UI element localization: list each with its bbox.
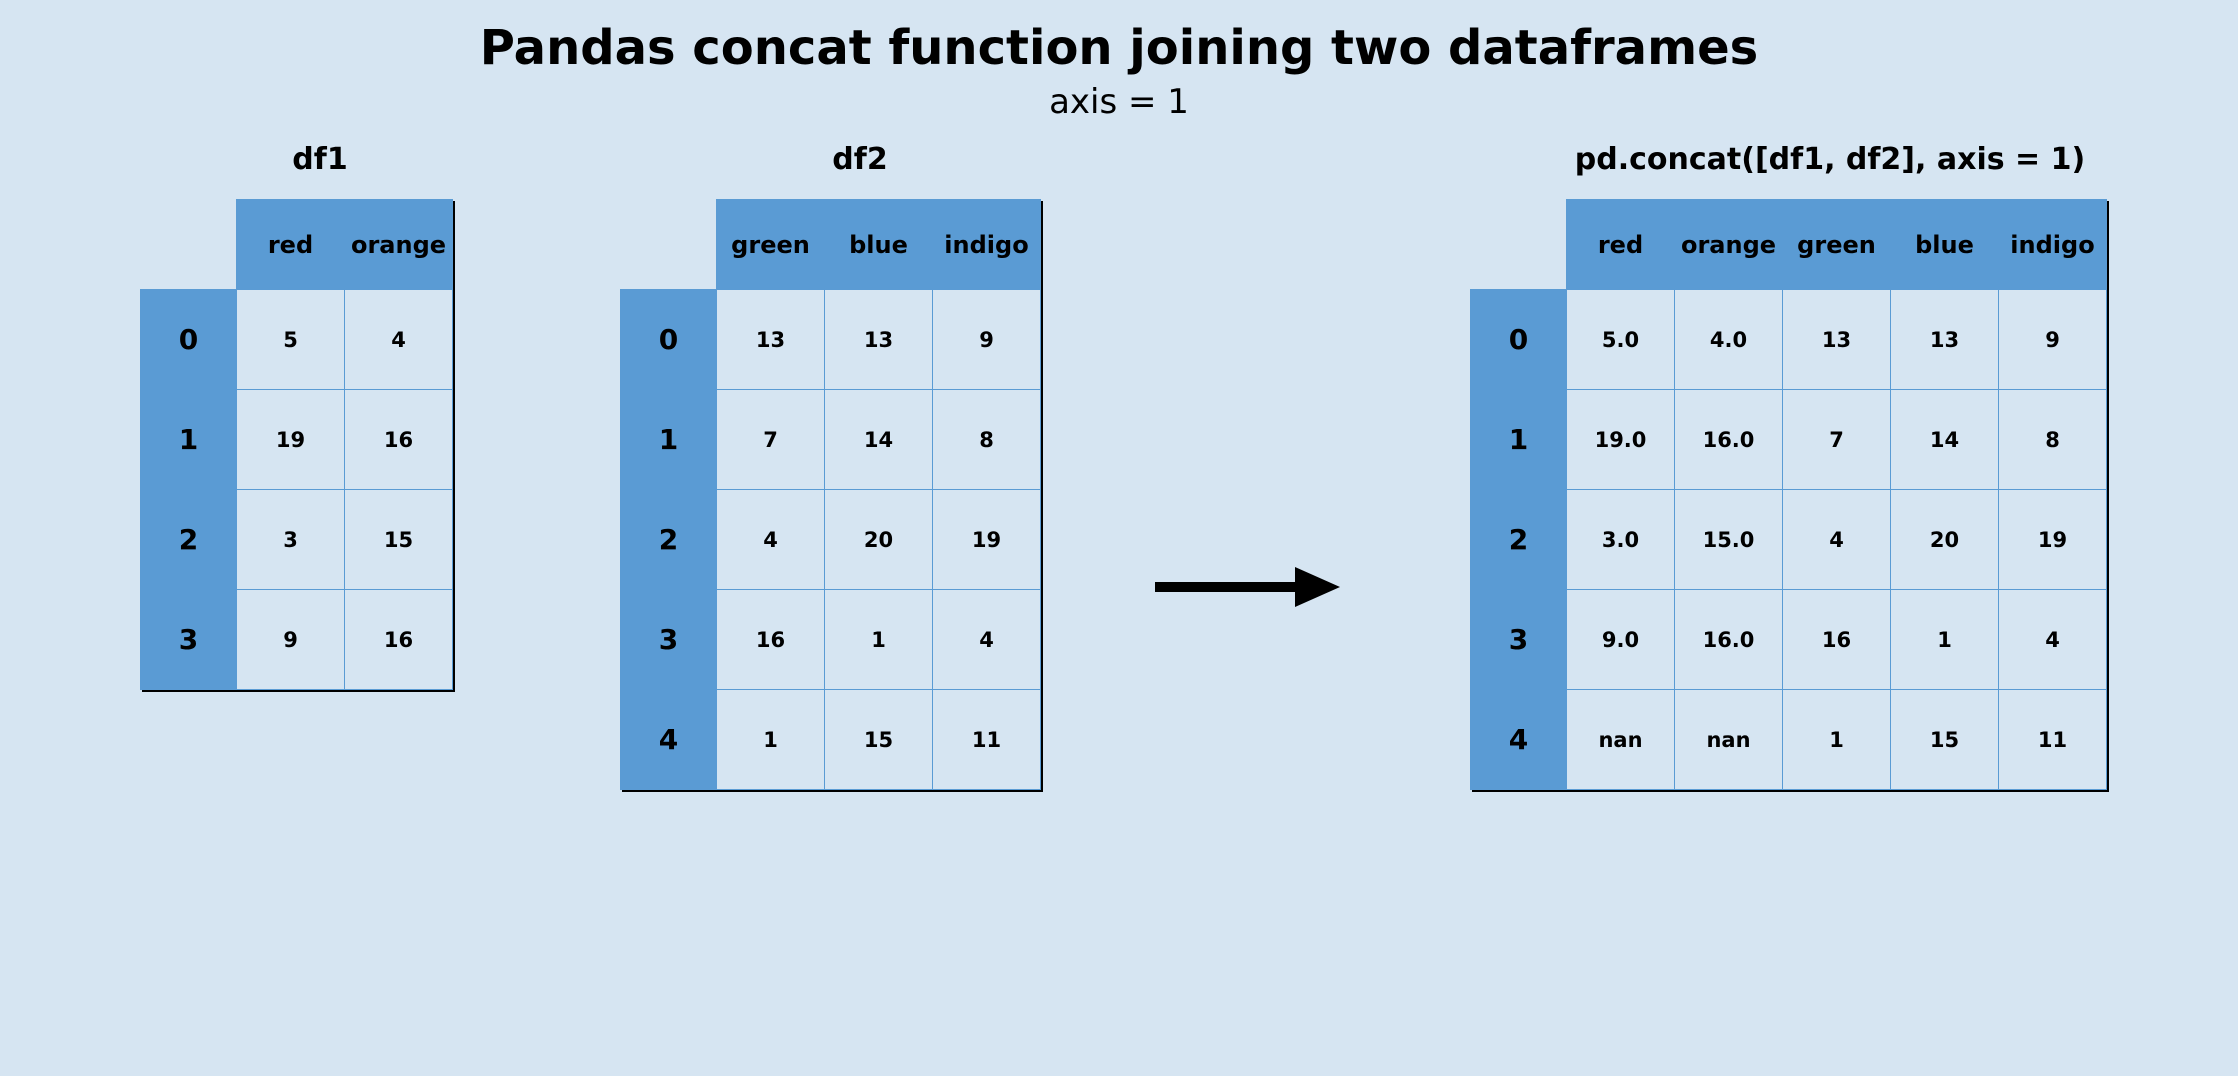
cell: 9 — [933, 290, 1041, 390]
colhead: indigo — [1999, 200, 2107, 290]
cell: 19.0 — [1567, 390, 1675, 490]
cell: 1 — [1783, 690, 1891, 790]
cell: 11 — [933, 690, 1041, 790]
cell: 15.0 — [1675, 490, 1783, 590]
panel-result: pd.concat([df1, df2], axis = 1) red oran… — [1470, 142, 2190, 790]
cell: 15 — [1891, 690, 1999, 790]
cell: 19 — [933, 490, 1041, 590]
colhead: green — [1783, 200, 1891, 290]
cell: 4.0 — [1675, 290, 1783, 390]
table-result: red orange green blue indigo 0 5.0 4.0 1… — [1470, 199, 2107, 790]
cell: 16.0 — [1675, 390, 1783, 490]
rowhead: 2 — [141, 490, 237, 590]
page-title: Pandas concat function joining two dataf… — [0, 20, 2238, 76]
rowhead: 0 — [1471, 290, 1567, 390]
cell: 14 — [1891, 390, 1999, 490]
colhead: blue — [825, 200, 933, 290]
panel-df2: df2 green blue indigo 0 13 13 9 1 7 14 8 — [620, 142, 1100, 790]
rowhead: 4 — [621, 690, 717, 790]
cell: 1 — [717, 690, 825, 790]
cell: 20 — [1891, 490, 1999, 590]
rowhead: 1 — [141, 390, 237, 490]
cell: 16 — [1783, 590, 1891, 690]
panel-df1: df1 red orange 0 5 4 1 19 16 2 3 15 — [140, 142, 500, 690]
rowhead: 2 — [621, 490, 717, 590]
rowhead: 3 — [141, 590, 237, 690]
cell: 5.0 — [1567, 290, 1675, 390]
cell: 4 — [345, 290, 453, 390]
cell: 13 — [717, 290, 825, 390]
rowhead: 1 — [1471, 390, 1567, 490]
colhead: red — [237, 200, 345, 290]
cell: 7 — [717, 390, 825, 490]
cell: 15 — [345, 490, 453, 590]
cell: 13 — [1783, 290, 1891, 390]
colhead: orange — [345, 200, 453, 290]
cell: 14 — [825, 390, 933, 490]
rowhead: 3 — [621, 590, 717, 690]
table-df2: green blue indigo 0 13 13 9 1 7 14 8 2 4… — [620, 199, 1041, 790]
cell: 11 — [1999, 690, 2107, 790]
cell: nan — [1567, 690, 1675, 790]
table-df1: red orange 0 5 4 1 19 16 2 3 15 3 9 16 — [140, 199, 453, 690]
cell: 20 — [825, 490, 933, 590]
cell: 13 — [825, 290, 933, 390]
rowhead: 3 — [1471, 590, 1567, 690]
cell: nan — [1675, 690, 1783, 790]
rowhead: 1 — [621, 390, 717, 490]
cell: 16 — [717, 590, 825, 690]
rowhead: 4 — [1471, 690, 1567, 790]
cell: 8 — [933, 390, 1041, 490]
label-result: pd.concat([df1, df2], axis = 1) — [1470, 142, 2190, 177]
cell: 19 — [237, 390, 345, 490]
page-subtitle: axis = 1 — [0, 82, 2238, 122]
corner-cell — [1471, 200, 1567, 290]
cell: 9.0 — [1567, 590, 1675, 690]
cell: 16 — [345, 590, 453, 690]
cell: 13 — [1891, 290, 1999, 390]
cell: 1 — [825, 590, 933, 690]
colhead: indigo — [933, 200, 1041, 290]
colhead: orange — [1675, 200, 1783, 290]
colhead: green — [717, 200, 825, 290]
cell: 19 — [1999, 490, 2107, 590]
cell: 4 — [933, 590, 1041, 690]
colhead: red — [1567, 200, 1675, 290]
label-df2: df2 — [620, 142, 1100, 177]
rowhead: 2 — [1471, 490, 1567, 590]
rowhead: 0 — [621, 290, 717, 390]
cell: 9 — [1999, 290, 2107, 390]
rowhead: 0 — [141, 290, 237, 390]
cell: 3.0 — [1567, 490, 1675, 590]
cell: 4 — [717, 490, 825, 590]
cell: 3 — [237, 490, 345, 590]
cell: 9 — [237, 590, 345, 690]
cell: 4 — [1999, 590, 2107, 690]
cell: 5 — [237, 290, 345, 390]
arrow-icon — [1150, 562, 1340, 612]
cell: 16 — [345, 390, 453, 490]
colhead: blue — [1891, 200, 1999, 290]
label-df1: df1 — [140, 142, 500, 177]
corner-cell — [141, 200, 237, 290]
cell: 4 — [1783, 490, 1891, 590]
cell: 1 — [1891, 590, 1999, 690]
corner-cell — [621, 200, 717, 290]
diagram-stage: df1 red orange 0 5 4 1 19 16 2 3 15 — [0, 132, 2238, 982]
cell: 16.0 — [1675, 590, 1783, 690]
cell: 7 — [1783, 390, 1891, 490]
cell: 8 — [1999, 390, 2107, 490]
cell: 15 — [825, 690, 933, 790]
